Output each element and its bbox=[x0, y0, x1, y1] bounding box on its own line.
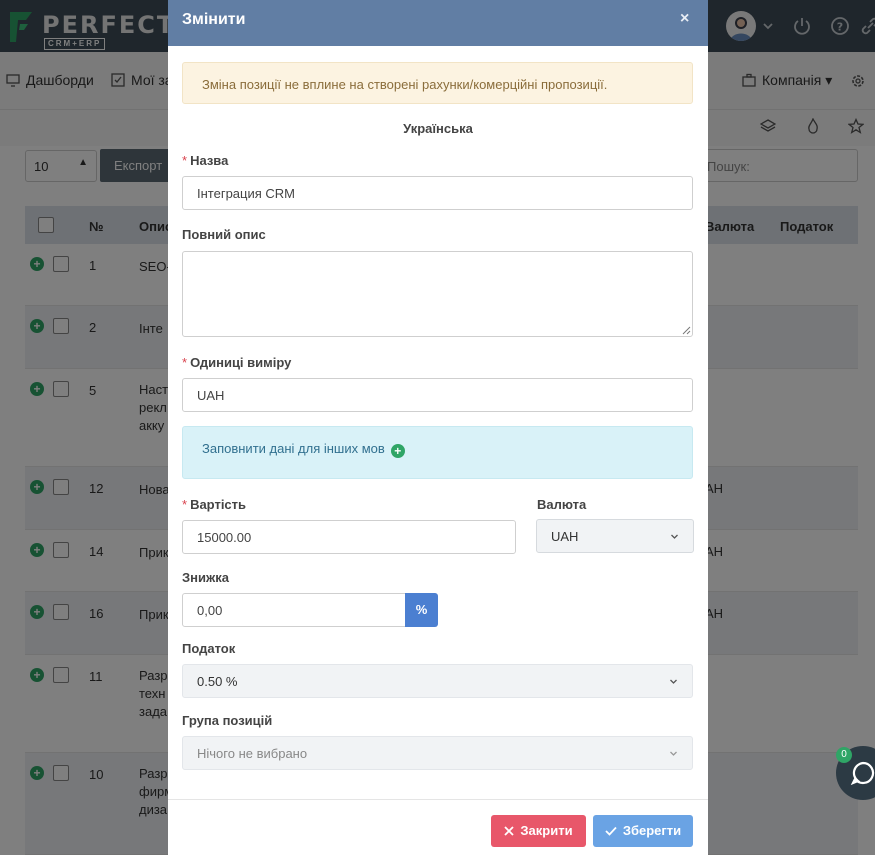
close-button[interactable]: Закрити bbox=[491, 815, 586, 847]
other-languages-text: Заповнити дані для інших мов bbox=[202, 441, 385, 456]
required-marker: * bbox=[182, 355, 188, 370]
currency-label: Валюта bbox=[537, 497, 587, 512]
discount-input[interactable]: 0,00 bbox=[182, 593, 406, 627]
close-x-icon bbox=[504, 826, 515, 836]
add-language-icon[interactable]: + bbox=[390, 444, 405, 458]
currency-select[interactable]: UAH bbox=[536, 519, 694, 553]
description-textarea[interactable] bbox=[182, 251, 693, 337]
modal-title: Змінити bbox=[182, 11, 246, 28]
units-input[interactable]: UAH bbox=[182, 378, 693, 412]
units-label: * Одиниці виміру bbox=[182, 355, 292, 370]
save-button[interactable]: Зберегти bbox=[593, 815, 693, 847]
modal-header: Змінити × bbox=[168, 0, 708, 46]
check-icon bbox=[605, 826, 617, 836]
chevron-down-icon bbox=[671, 534, 678, 539]
tax-select[interactable]: 0.50 % bbox=[182, 664, 693, 698]
chat-bubble-icon bbox=[850, 761, 875, 786]
name-label: * Назва bbox=[182, 153, 229, 168]
chevron-down-icon bbox=[670, 679, 677, 684]
close-icon[interactable]: × bbox=[680, 10, 689, 28]
item-group-select[interactable]: Нічого не вибрано bbox=[182, 736, 693, 770]
chat-unread-badge: 0 bbox=[836, 747, 852, 763]
chevron-down-icon bbox=[670, 751, 677, 756]
tax-label: Податок bbox=[182, 641, 236, 656]
language-heading: Українська bbox=[403, 121, 473, 136]
item-group-label: Група позицій bbox=[182, 713, 273, 728]
other-languages-panel: Заповнити дані для інших мов + bbox=[182, 426, 693, 479]
discount-label: Знижка bbox=[182, 570, 229, 585]
discount-type-button[interactable]: % bbox=[405, 593, 438, 627]
required-marker: * bbox=[182, 497, 188, 512]
resize-grip-icon[interactable] bbox=[682, 326, 691, 335]
name-input[interactable]: Інтеграция CRM bbox=[182, 176, 693, 210]
price-label: * Вартість bbox=[182, 497, 247, 512]
warning-alert: Зміна позиції не вплине на створені раху… bbox=[182, 62, 693, 104]
required-marker: * bbox=[182, 153, 188, 168]
description-label: Повний опис bbox=[182, 227, 266, 242]
modal-footer-divider bbox=[168, 799, 708, 800]
price-input[interactable]: 15000.00 bbox=[182, 520, 516, 554]
edit-item-modal: Змінити × Зміна позиції не вплине на ств… bbox=[168, 0, 708, 855]
